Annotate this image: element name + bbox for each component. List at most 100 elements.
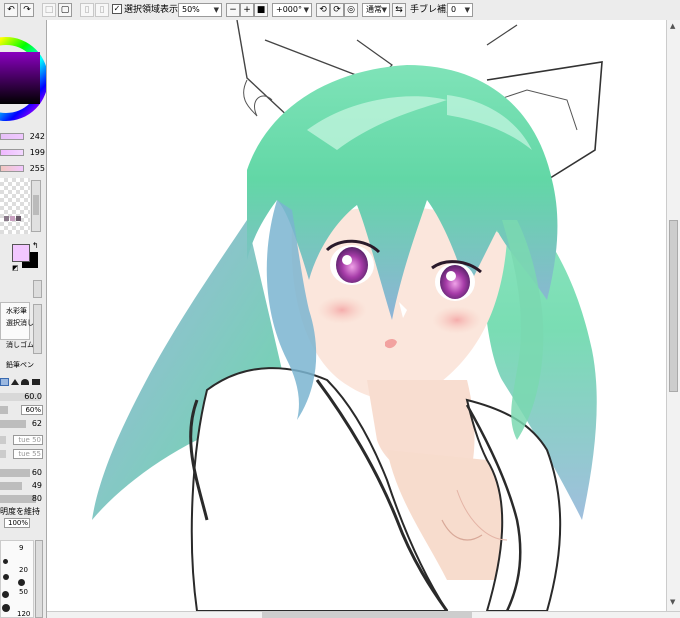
- reset-icon: ■: [256, 5, 266, 15]
- min-size-value: 62: [31, 419, 42, 428]
- rotate-right-icon: ⟳: [333, 5, 341, 15]
- opacity-value[interactable]: 100%: [4, 518, 30, 528]
- zoom-reset-button[interactable]: ■: [254, 3, 268, 17]
- param-row-2[interactable]: tue 55: [0, 449, 45, 460]
- selection-display-label: 選択領域表示: [124, 5, 179, 15]
- cut-button[interactable]: ▯: [80, 3, 94, 17]
- brush-size-scale-row[interactable]: 60%: [0, 405, 45, 416]
- brush-size-presets: 9 20 50 120: [0, 540, 34, 618]
- preset-20[interactable]: 20: [19, 566, 28, 574]
- preset-50[interactable]: 50: [19, 588, 28, 596]
- scroll-down-icon[interactable]: ▼: [670, 598, 675, 606]
- preset-9[interactable]: 9: [19, 544, 23, 552]
- flip-button[interactable]: ⇆: [392, 3, 406, 17]
- swatch-a[interactable]: [4, 216, 9, 221]
- red-slider[interactable]: 242: [0, 131, 46, 143]
- horizontal-scroll-thumb[interactable]: [262, 612, 472, 618]
- presets-scrollbar[interactable]: [35, 540, 43, 618]
- invert-selection-button[interactable]: ▢: [58, 3, 72, 17]
- swap-colors-icon[interactable]: ↰: [32, 241, 39, 250]
- deselect-icon: □: [44, 5, 54, 15]
- param-1-label: tue: [18, 436, 30, 444]
- rotate-reset-button[interactable]: ◎: [344, 3, 358, 17]
- copy-button[interactable]: ▯: [95, 3, 109, 17]
- redo-button[interactable]: ↷: [20, 3, 34, 17]
- rotate-left-button[interactable]: ⟲: [316, 3, 330, 17]
- rotate-right-button[interactable]: ⟳: [330, 3, 344, 17]
- undo-icon: ↶: [7, 5, 15, 15]
- persistence-value: 80: [31, 494, 42, 503]
- param-2-value: 55: [32, 450, 41, 458]
- selection-display-checkbox[interactable]: ✓: [112, 4, 122, 14]
- param-1-value: 50: [32, 436, 41, 444]
- rotation-select[interactable]: +000° ▼: [272, 3, 312, 17]
- vertical-scrollbar[interactable]: ▲ ▼: [666, 20, 680, 611]
- brush-size-row[interactable]: 60.0: [0, 392, 45, 403]
- zoom-out-button[interactable]: −: [226, 3, 240, 17]
- color-panel-scrollbar[interactable]: [33, 280, 42, 298]
- anime-girl-illustration: [47, 20, 666, 611]
- tool-selection-eraser[interactable]: 選択消し: [6, 318, 34, 328]
- preset-120[interactable]: 120: [17, 610, 30, 618]
- blend-row[interactable]: 60: [0, 468, 45, 479]
- checkmark-icon: ✓: [113, 4, 121, 13]
- dilution-value: 49: [31, 481, 42, 490]
- drawing-canvas[interactable]: [47, 20, 666, 611]
- brush-shape-square-icon[interactable]: [32, 379, 40, 385]
- chevron-down-icon: ▼: [464, 6, 470, 14]
- swatch-b[interactable]: [10, 216, 15, 221]
- brush-dot-icon[interactable]: [2, 604, 10, 612]
- color-wheel[interactable]: [0, 20, 46, 144]
- min-size-row[interactable]: 62: [0, 419, 45, 430]
- rotate-left-icon: ⟲: [319, 5, 327, 15]
- zoom-select[interactable]: 50% ▼: [178, 3, 222, 17]
- horizontal-scrollbar[interactable]: [47, 611, 680, 618]
- swatch-c[interactable]: [16, 216, 21, 221]
- brush-dot-icon[interactable]: [18, 579, 25, 586]
- brush-size-value: 60.0: [24, 392, 42, 401]
- zoom-value: 50%: [182, 5, 200, 14]
- tool-pencil-pen[interactable]: 鉛筆ペン: [6, 360, 34, 370]
- cut-icon: ▯: [84, 5, 90, 15]
- keep-opacity-label[interactable]: 明度を維持: [0, 506, 40, 517]
- minus-icon: −: [229, 5, 237, 15]
- stabilizer-value: 0: [451, 5, 457, 14]
- param-row-1[interactable]: tue 50: [0, 435, 45, 446]
- scroll-up-icon[interactable]: ▲: [670, 22, 675, 30]
- scratch-pad[interactable]: [0, 178, 30, 234]
- dilution-row[interactable]: 49: [0, 481, 45, 492]
- blue-slider[interactable]: 255: [0, 163, 46, 175]
- tool-panel: 242 199 255 ↰ ◩ 水彩筆 選択消し 消しゴム 鉛筆ペン 60.0 …: [0, 20, 47, 618]
- green-slider[interactable]: 199: [0, 147, 46, 159]
- undo-button[interactable]: ↶: [4, 3, 18, 17]
- rotate-reset-icon: ◎: [347, 5, 355, 15]
- toolbar: ↶ ↷ □ ▢ ▯ ▯ ✓ 選択領域表示 50% ▼ − + ■ +000° ▼…: [0, 0, 680, 21]
- brush-dot-icon[interactable]: [2, 591, 9, 598]
- brush-shape-selected[interactable]: [0, 378, 9, 386]
- stabilizer-select[interactable]: 0 ▼: [447, 3, 473, 17]
- persistence-row[interactable]: 80: [0, 494, 45, 505]
- brush-shape-round-icon[interactable]: [21, 379, 29, 385]
- tool-watercolor[interactable]: 水彩筆: [6, 306, 27, 316]
- foreground-color[interactable]: [12, 244, 30, 262]
- green-value: 199: [29, 148, 45, 157]
- param-2-label: tue: [18, 450, 30, 458]
- zoom-in-button[interactable]: +: [240, 3, 254, 17]
- plus-icon: +: [243, 5, 251, 15]
- reset-colors-icon[interactable]: ◩: [12, 264, 19, 272]
- deselect-button[interactable]: □: [42, 3, 56, 17]
- blue-value: 255: [29, 164, 45, 173]
- blend-mode-select[interactable]: 通常 ▼: [362, 3, 390, 17]
- vertical-scroll-thumb[interactable]: [669, 220, 678, 392]
- brush-dot-icon[interactable]: [3, 574, 9, 580]
- brush-dot-icon[interactable]: [3, 559, 8, 564]
- tools-scrollbar[interactable]: [33, 304, 42, 354]
- brush-shape-triangle-icon[interactable]: [11, 379, 19, 385]
- chevron-down-icon: ▼: [381, 6, 387, 14]
- copy-icon: ▯: [99, 5, 105, 15]
- blend-mode-value: 通常: [366, 5, 382, 14]
- red-value: 242: [29, 132, 45, 141]
- scratch-scrollbar[interactable]: [31, 180, 41, 232]
- tool-eraser[interactable]: 消しゴム: [6, 340, 34, 350]
- chevron-down-icon: ▼: [213, 6, 219, 14]
